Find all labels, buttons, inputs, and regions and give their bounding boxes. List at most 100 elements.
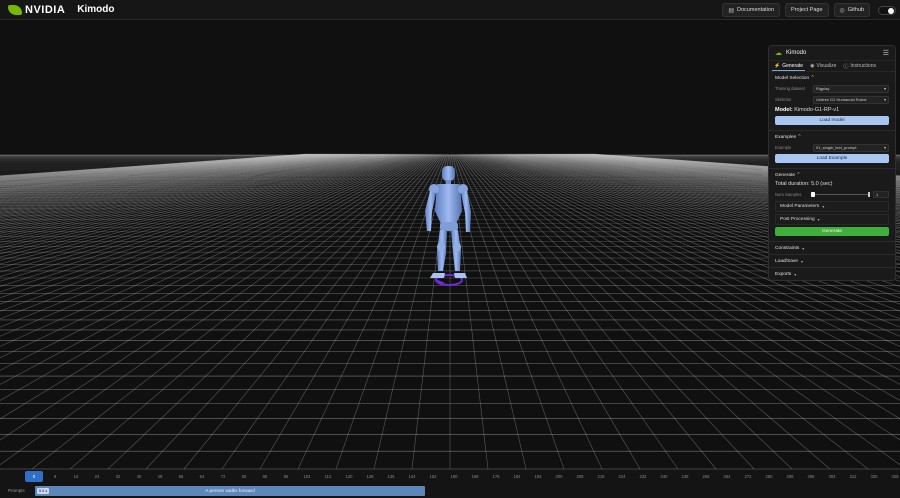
nvidia-logo: NVIDIA [8,4,65,16]
timeline-tick-label: 168 [471,474,479,479]
timeline-tick-label: 96 [283,474,289,479]
timeline-tick-label: 280 [765,474,773,479]
generate-title[interactable]: Generate ⌃ [775,173,889,178]
chevron-down-icon: ▾ [883,97,886,102]
num-samples-slider[interactable] [811,192,870,197]
playhead[interactable]: 0 [25,471,43,482]
training-dataset-select[interactable]: Rigplay ▾ [813,84,889,93]
slider-knob[interactable] [811,192,815,197]
chevron-up-icon: ⌃ [797,135,802,140]
timeline-tick-label: 304 [828,474,836,479]
prompts-track: Prompts 5.0 s A person walks forward [0,485,900,497]
model-selection-title[interactable]: Model Selection ⌃ [775,76,889,81]
settings-sliders-icon[interactable]: ☰ [883,49,889,57]
timeline-tick-label: 176 [492,474,500,479]
prompt-text: A person walks forward [205,488,255,494]
num-samples-input[interactable]: 1 [873,191,889,198]
timeline-tick-label: 104 [303,474,311,479]
model-selection-section: Model Selection ⌃ Training dataset Rigpl… [769,72,895,131]
timeline-tick-label: 256 [702,474,710,479]
3d-viewport[interactable]: ☁ Kimodo ☰ ⚡ Generate ◉ Visualize ⓘ Instruc… [0,21,900,469]
panel-header: ☁ Kimodo ☰ [769,46,895,61]
timeline-tick-label: 40 [136,474,142,479]
timeline-tick-label: 320 [870,474,878,479]
panel-tabs: ⚡ Generate ◉ Visualize ⓘ Instructions [769,61,895,72]
exports-section[interactable]: Exports ▾ [769,268,895,280]
nvidia-eye-icon [8,4,22,15]
timeline-tick-label: 136 [387,474,395,479]
num-samples-label: Num Samples [775,192,802,197]
timeline-tick-label: 232 [639,474,647,479]
timeline-tick-label: 80 [241,474,247,479]
timeline-tick-label: 240 [660,474,668,479]
panel-title: Kimodo [786,50,807,56]
timeline-tick-label: 160 [450,474,458,479]
timeline-tick-label: 192 [534,474,542,479]
project-page-button[interactable]: Project Page [785,3,829,17]
load-model-button[interactable]: Load model [775,116,889,125]
timeline-tick-label: 248 [681,474,689,479]
timeline-tick-label: 8 [53,474,57,479]
timeline-tick-label: 296 [807,474,815,479]
info-icon: ⓘ [843,63,849,70]
example-label: Example [775,145,792,150]
post-processing-toggle[interactable]: Post Processing ▾ [775,214,889,225]
timeline-ruler[interactable]: 0 8 16 24 32 40 48 56 64 72 80 88 96 104 112 120 128 136… [0,470,900,484]
timeline-tick-label: 128 [366,474,374,479]
skeleton-label: Skeleton [775,97,792,102]
timeline[interactable]: 0 8 16 24 32 40 48 56 64 72 80 88 96 104 112 120 128 136… [0,469,900,498]
constraints-section[interactable]: Constraints ▾ [769,242,895,255]
timeline-tick-label: 328 [891,474,899,479]
chevron-up-icon: ⌃ [810,76,815,81]
generate-section: Generate ⌃ Total duration: 5.0 (sec) Num… [769,169,895,242]
chevron-down-icon: ▾ [822,204,825,209]
documentation-button[interactable]: ▤ Documentation [722,3,781,17]
timeline-tick-label: 112 [324,474,332,479]
load-save-section[interactable]: Load/Save ▾ [769,255,895,268]
timeline-tick-label: 312 [849,474,857,479]
robot-figure [425,166,471,286]
tab-visualize[interactable]: ◉ Visualize [808,61,838,71]
generate-button[interactable]: Generate [775,227,889,236]
chevron-down-icon: ▾ [800,258,803,264]
bolt-icon: ⚡ [774,62,781,69]
timeline-tick-label: 224 [618,474,626,479]
theme-toggle[interactable] [878,5,896,15]
skeleton-select[interactable]: Unitree G1 Humanoid Robot ▾ [813,95,889,104]
timeline-tick-label: 56 [178,474,184,479]
timeline-tick-label: 16 [73,474,79,479]
chevron-up-icon: ⌃ [796,173,801,178]
timeline-tick-label: 288 [786,474,794,479]
model-name-line: Model: Kimodo-G1-RP-v1 [775,107,840,113]
chevron-down-icon: ▾ [817,217,820,222]
timeline-tick-label: 208 [576,474,584,479]
timeline-tick-label: 24 [94,474,100,479]
example-select[interactable]: 01_single_text_prompt ▾ [813,143,889,152]
chevron-down-icon: ▾ [802,245,805,251]
tab-generate[interactable]: ⚡ Generate [772,61,806,71]
prompt-segment[interactable]: 5.0 s A person walks forward [35,486,425,496]
timeline-tick-label: 184 [513,474,521,479]
cloud-icon: ☁ [775,50,782,57]
load-example-button[interactable]: Load Example [775,154,889,163]
doc-icon: ▤ [728,7,735,14]
training-dataset-label: Training dataset [775,86,805,91]
top-bar: NVIDIA Kimodo ▤ Documentation Project Pag… [0,0,900,20]
github-icon: ◎ [839,7,845,14]
model-parameters-toggle[interactable]: Model Parameters ▾ [775,201,889,212]
timeline-tick-label: 64 [199,474,205,479]
github-button[interactable]: ◎ Github [833,3,870,17]
examples-title[interactable]: Examples ⌃ [775,135,889,140]
eye-icon: ◉ [810,63,815,69]
chevron-down-icon: ▾ [883,145,886,150]
timeline-tick-label: 216 [597,474,605,479]
timeline-tick-label: 32 [115,474,121,479]
control-panel: ☁ Kimodo ☰ ⚡ Generate ◉ Visualize ⓘ Instruc… [768,45,896,281]
chevron-down-icon: ▾ [883,86,886,91]
prompt-duration-badge: 5.0 s [37,488,50,494]
total-duration: Total duration: 5.0 (sec) [775,181,833,187]
examples-section: Examples ⌃ Example 01_single_text_prompt… [769,131,895,169]
timeline-tick-label: 120 [345,474,353,479]
tab-instructions[interactable]: ⓘ Instructions [841,61,878,71]
timeline-tick-label: 272 [744,474,752,479]
